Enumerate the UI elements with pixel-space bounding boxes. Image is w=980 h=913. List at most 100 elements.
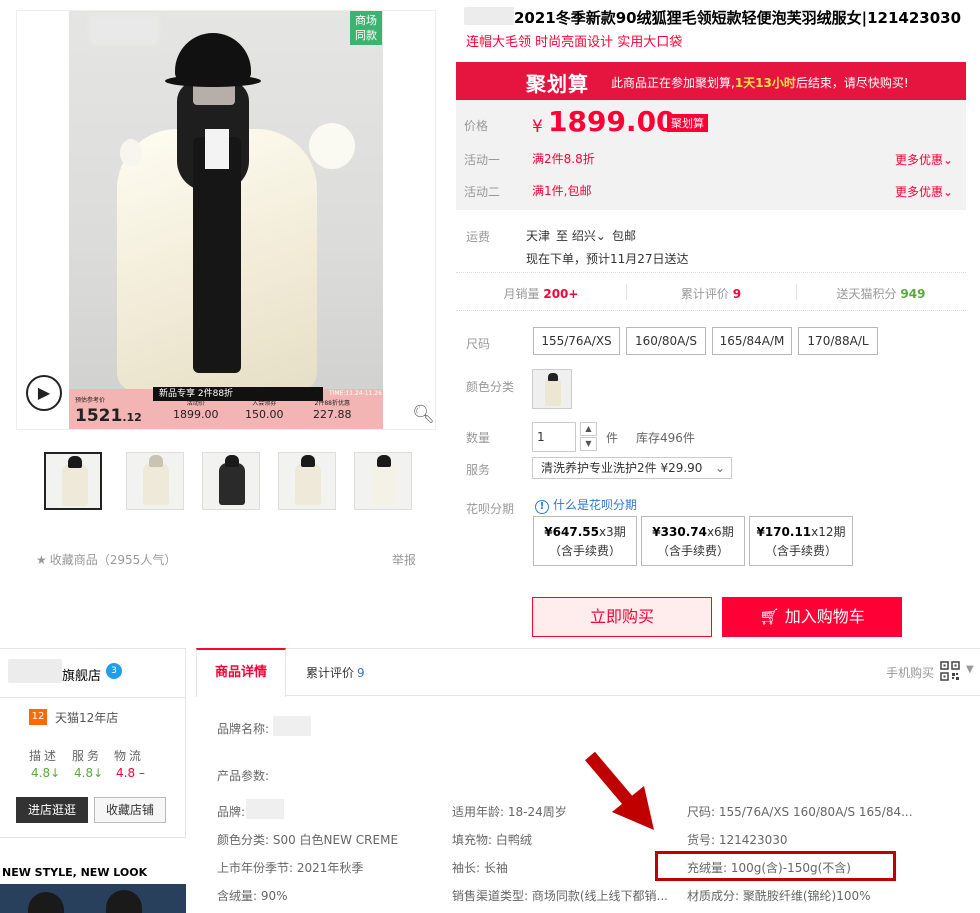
size-option[interactable]: 165/84A/M <box>712 327 792 355</box>
favorite-product[interactable]: ★ 收藏商品（2955人气） <box>36 551 176 568</box>
installment-option[interactable]: ¥170.11x12期 （含手续费） <box>749 516 853 566</box>
juhuasuan-logo: 聚划算 <box>526 72 589 96</box>
quantity-input[interactable]: 1 <box>532 422 576 452</box>
chevron-down-icon: ▼ <box>966 664 974 675</box>
annotation-arrow-icon <box>585 751 654 830</box>
thumbnail[interactable] <box>202 452 260 510</box>
activity-text: 满2件8.8折 <box>532 152 595 166</box>
shirt-collar <box>205 129 229 169</box>
brand-name-label: 品牌名称: <box>217 722 270 736</box>
attr-sleeve: 袖长: 长袖 <box>452 861 508 875</box>
currency-symbol: ¥ <box>532 117 543 137</box>
buy-now-button[interactable]: 立即购买 <box>532 597 712 637</box>
size-option[interactable]: 170/88A/L <box>798 327 878 355</box>
mobile-buy-link[interactable]: 手机购买 <box>886 664 934 681</box>
cart-icon: 🛒︎ <box>759 607 785 626</box>
attr-filling: 填充物: 白鸭绒 <box>452 833 532 847</box>
info-icon: ! <box>535 500 549 514</box>
enter-shop-button[interactable]: 进店逛逛 <box>16 797 88 823</box>
tab-reviews[interactable]: 累计评价 9 <box>306 664 365 681</box>
shop-ad-banner[interactable] <box>0 884 186 913</box>
ad-tagline: NEW STYLE, NEW LOOK <box>2 866 148 879</box>
installment-option[interactable]: ¥647.55x3期 （含手续费） <box>533 516 637 566</box>
dsr-label: 服务 <box>72 749 103 763</box>
promo-col-discount: 2件88折优惠 227.88 <box>313 400 352 421</box>
chevron-down-icon: ⌄ <box>595 229 606 243</box>
size-label: 尺码 <box>466 337 491 351</box>
attr-material: 材质成分: 聚酰胺纤维(锦纶)100% <box>687 889 871 903</box>
more-offers-link[interactable]: 更多优惠⌄ <box>895 151 953 168</box>
color-swatch[interactable] <box>532 369 572 409</box>
chevron-down-icon: ⌄ <box>943 185 954 199</box>
tab-product-details[interactable]: 商品详情 <box>196 648 286 697</box>
stat-monthly-sales: 月销量 200+ <box>503 287 579 301</box>
dsr-score: 4.8↓ <box>31 766 61 780</box>
zoom-icon[interactable]: 🔍︎ <box>412 404 435 425</box>
quantity-label: 数量 <box>466 431 491 445</box>
product-title: 2021冬季新款90绒狐狸毛领短款轻便泡芙羽绒服女|121423030 <box>514 9 962 27</box>
installment-option[interactable]: ¥330.74x6期 （含手续费） <box>641 516 745 566</box>
blurred-brand-value <box>246 799 284 819</box>
decrease-icon[interactable]: ▼ <box>580 437 597 451</box>
stock-count: 库存496件 <box>636 431 695 445</box>
product-subtitle: 连帽大毛领 时尚亮面设计 实用大口袋 <box>466 35 683 50</box>
thumbnail[interactable] <box>278 452 336 510</box>
free-shipping: 包邮 <box>612 229 637 243</box>
attr-season: 上市年份季节: 2021年秋季 <box>217 861 364 875</box>
blurred-brand <box>464 7 514 25</box>
service-select[interactable]: 清洗养护专业洗护2件 ¥29.90 ⌄ <box>532 457 732 479</box>
shop-level-badge: 3 <box>106 663 122 679</box>
divider <box>456 310 966 311</box>
thumbnail[interactable] <box>126 452 184 510</box>
hat-brim <box>165 75 261 87</box>
blurred-shop-name <box>8 659 62 683</box>
price-label: 价格 <box>464 119 489 133</box>
report-link[interactable]: 举报 <box>392 551 416 568</box>
attr-color: 颜色分类: S00 白色NEW CREME <box>217 833 399 847</box>
ship-to-select[interactable]: 至 绍兴⌄ <box>556 227 606 244</box>
chevron-down-icon: ⌄ <box>714 461 725 475</box>
price-value: 1899.00 <box>548 105 676 138</box>
add-to-cart-button[interactable]: 🛒︎ 加入购物车 <box>722 597 902 637</box>
thumbnail[interactable] <box>44 452 102 510</box>
price-tag: 聚划算 <box>667 114 708 132</box>
attr-brand: 品牌: <box>217 805 246 819</box>
promo-col-price: 活动价 1899.00 <box>173 400 219 421</box>
ship-from: 天津 <box>526 229 551 243</box>
attr-age: 适用年龄: 18-24周岁 <box>452 805 567 819</box>
blurred-brand-value <box>273 716 311 736</box>
annotation-highlight-box <box>655 851 896 881</box>
size-option[interactable]: 155/76A/XS <box>533 327 620 355</box>
chevron-down-icon: ⌄ <box>943 153 954 167</box>
promo-time: TIME:11.24-11.26 <box>329 390 382 397</box>
increase-icon[interactable]: ▲ <box>580 422 597 436</box>
tmall-years: 天猫12年店 <box>55 711 119 725</box>
huabei-label: 花呗分期 <box>466 502 515 516</box>
fur-collar <box>309 123 355 169</box>
attr-channel: 销售渠道类型: 商场同款(线上线下都销... <box>452 889 668 903</box>
blurred-logo <box>89 15 159 45</box>
promo-title: 新品专享 2件88折 <box>153 387 323 401</box>
qr-code-icon[interactable] <box>940 661 960 681</box>
black-vest <box>193 137 241 373</box>
promo-col-coupon: 入会领券 150.00 <box>245 400 284 421</box>
play-video-icon[interactable]: ▶ <box>26 375 62 411</box>
star-icon: ★ <box>36 553 47 567</box>
more-offers-link[interactable]: 更多优惠⌄ <box>895 183 953 200</box>
dsr-score: 4.8 – <box>116 766 145 780</box>
shop-name[interactable]: 旗舰店 <box>62 665 101 684</box>
delivery-estimate: 现在下单，预计11月27日送达 <box>526 252 689 266</box>
fur-collar-left <box>120 139 142 167</box>
thumbnail[interactable] <box>354 452 412 510</box>
color-label: 颜色分类 <box>466 380 515 394</box>
stat-points: 送天猫积分 949 <box>836 287 926 301</box>
attr-size: 尺码: 155/76A/XS 160/80A/S 165/84... <box>687 805 913 819</box>
main-product-image[interactable]: 商场 同款 ▶ 新品专享 2件88折 TIME:11.24-11.26 预估参考… <box>16 10 436 430</box>
stat-reviews[interactable]: 累计评价 9 <box>626 285 796 302</box>
size-option[interactable]: 160/80A/S <box>626 327 706 355</box>
juhuasuan-message: 此商品正在参加聚划算,1天13小时后结束，请尽快购买! <box>611 76 909 90</box>
activity-label: 活动二 <box>464 185 501 199</box>
estimated-price: 预估参考价 1521.12 <box>75 397 142 426</box>
favorite-shop-button[interactable]: 收藏店铺 <box>94 797 166 823</box>
huabei-info-link[interactable]: ! 什么是花呗分期 <box>535 496 637 514</box>
